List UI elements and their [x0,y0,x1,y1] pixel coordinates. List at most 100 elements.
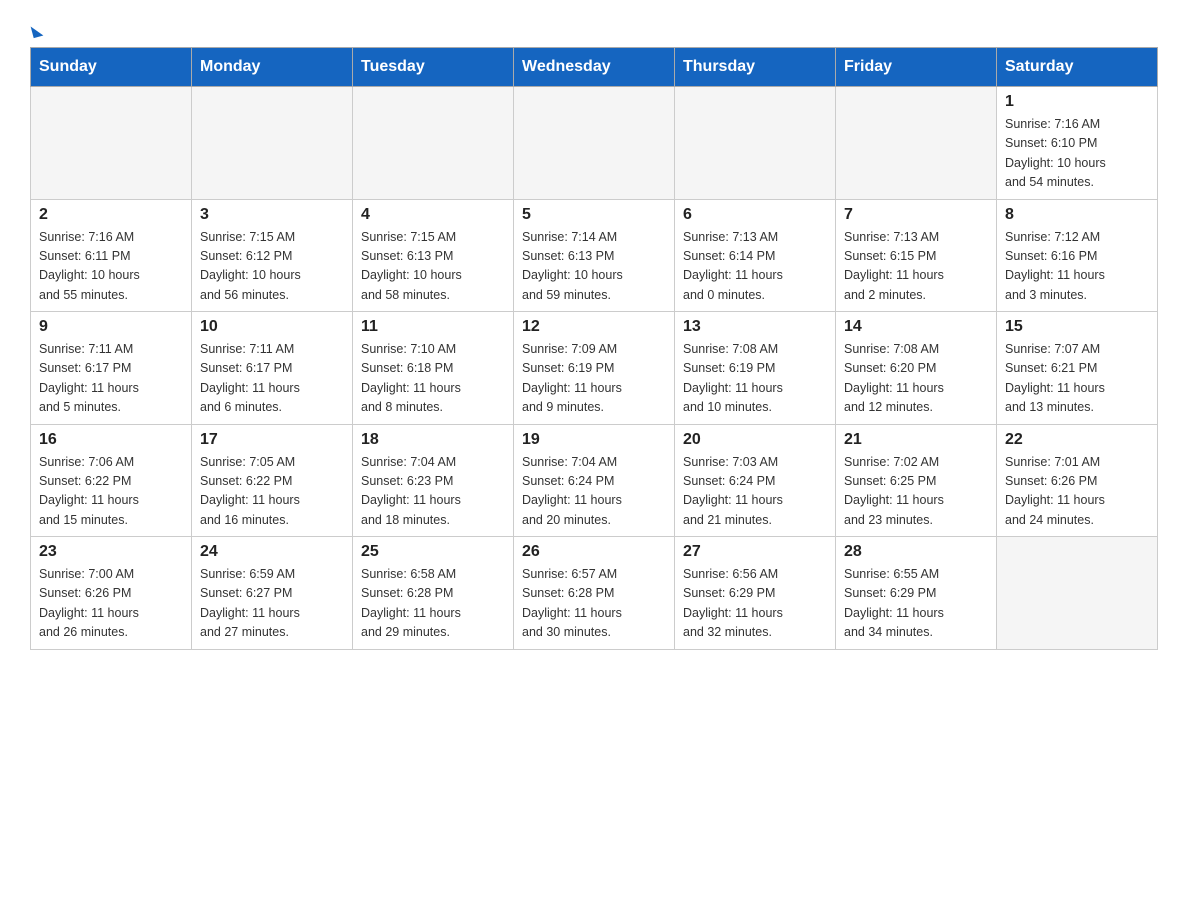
day-sun-info: Sunrise: 7:13 AMSunset: 6:14 PMDaylight:… [683,228,827,306]
calendar-day-cell: 28 Sunrise: 6:55 AMSunset: 6:29 PMDayligh… [836,537,997,650]
day-sun-info: Sunrise: 7:04 AMSunset: 6:24 PMDaylight:… [522,453,666,531]
day-number: 17 [200,431,344,449]
day-of-week-header: Tuesday [353,48,514,87]
day-sun-info: Sunrise: 7:00 AMSunset: 6:26 PMDaylight:… [39,565,183,643]
day-sun-info: Sunrise: 6:56 AMSunset: 6:29 PMDaylight:… [683,565,827,643]
calendar-day-cell: 11Sunrise: 7:10 AMSunset: 6:18 PMDayligh… [353,312,514,425]
day-sun-info: Sunrise: 7:16 AMSunset: 6:10 PMDaylight:… [1005,115,1149,193]
day-number: 21 [844,431,988,449]
day-of-week-header: Sunday [31,48,192,87]
calendar-day-cell: 21Sunrise: 7:02 AMSunset: 6:25 PMDayligh… [836,424,997,537]
calendar-day-cell: 24Sunrise: 6:59 AMSunset: 6:27 PMDayligh… [192,537,353,650]
calendar-day-cell [31,87,192,200]
day-number: 16 [39,431,183,449]
day-sun-info: Sunrise: 6:58 AMSunset: 6:28 PMDaylight:… [361,565,505,643]
day-sun-info: Sunrise: 7:03 AMSunset: 6:24 PMDaylight:… [683,453,827,531]
calendar-day-cell: 18 Sunrise: 7:04 AMSunset: 6:23 PMDayligh… [353,424,514,537]
calendar-header-row: SundayMondayTuesdayWednesdayThursdayFrid… [31,48,1158,87]
day-number: 23 [39,543,183,561]
calendar-day-cell: 6 Sunrise: 7:13 AMSunset: 6:14 PMDaylight… [675,199,836,312]
day-sun-info: Sunrise: 7:15 AMSunset: 6:13 PMDaylight:… [361,228,505,306]
calendar-day-cell: 2 Sunrise: 7:16 AMSunset: 6:11 PMDaylight… [31,199,192,312]
calendar-day-cell: 17 Sunrise: 7:05 AMSunset: 6:22 PMDayligh… [192,424,353,537]
calendar-day-cell: 13 Sunrise: 7:08 AMSunset: 6:19 PMDayligh… [675,312,836,425]
calendar-day-cell [353,87,514,200]
day-of-week-header: Thursday [675,48,836,87]
calendar-day-cell: 14 Sunrise: 7:08 AMSunset: 6:20 PMDayligh… [836,312,997,425]
day-sun-info: Sunrise: 7:01 AMSunset: 6:26 PMDaylight:… [1005,453,1149,531]
day-sun-info: Sunrise: 6:55 AMSunset: 6:29 PMDaylight:… [844,565,988,643]
calendar-day-cell: 5 Sunrise: 7:14 AMSunset: 6:13 PMDaylight… [514,199,675,312]
day-number: 9 [39,318,183,336]
day-of-week-header: Friday [836,48,997,87]
calendar-day-cell: 15 Sunrise: 7:07 AMSunset: 6:21 PMDayligh… [997,312,1158,425]
calendar-day-cell [514,87,675,200]
day-number: 28 [844,543,988,561]
day-sun-info: Sunrise: 7:13 AMSunset: 6:15 PMDaylight:… [844,228,988,306]
day-sun-info: Sunrise: 7:07 AMSunset: 6:21 PMDaylight:… [1005,340,1149,418]
calendar-day-cell: 16 Sunrise: 7:06 AMSunset: 6:22 PMDayligh… [31,424,192,537]
calendar-week-row: 2 Sunrise: 7:16 AMSunset: 6:11 PMDaylight… [31,199,1158,312]
calendar-week-row: 23 Sunrise: 7:00 AMSunset: 6:26 PMDayligh… [31,537,1158,650]
calendar-week-row: 9 Sunrise: 7:11 AMSunset: 6:17 PMDaylight… [31,312,1158,425]
calendar-day-cell: 27 Sunrise: 6:56 AMSunset: 6:29 PMDayligh… [675,537,836,650]
day-number: 14 [844,318,988,336]
calendar-day-cell: 12 Sunrise: 7:09 AMSunset: 6:19 PMDayligh… [514,312,675,425]
calendar-day-cell: 22 Sunrise: 7:01 AMSunset: 6:26 PMDayligh… [997,424,1158,537]
day-number: 11 [361,318,505,336]
day-of-week-header: Monday [192,48,353,87]
day-number: 8 [1005,206,1149,224]
day-sun-info: Sunrise: 7:08 AMSunset: 6:19 PMDaylight:… [683,340,827,418]
day-sun-info: Sunrise: 7:11 AMSunset: 6:17 PMDaylight:… [200,340,344,418]
day-number: 27 [683,543,827,561]
day-sun-info: Sunrise: 7:08 AMSunset: 6:20 PMDaylight:… [844,340,988,418]
day-number: 3 [200,206,344,224]
day-number: 7 [844,206,988,224]
day-sun-info: Sunrise: 7:09 AMSunset: 6:19 PMDaylight:… [522,340,666,418]
logo-arrow-icon [31,24,44,38]
day-number: 15 [1005,318,1149,336]
calendar-day-cell: 4 Sunrise: 7:15 AMSunset: 6:13 PMDaylight… [353,199,514,312]
calendar-day-cell: 26 Sunrise: 6:57 AMSunset: 6:28 PMDayligh… [514,537,675,650]
calendar-day-cell [675,87,836,200]
day-number: 13 [683,318,827,336]
logo [30,20,42,37]
calendar-day-cell: 23 Sunrise: 7:00 AMSunset: 6:26 PMDayligh… [31,537,192,650]
day-number: 2 [39,206,183,224]
day-sun-info: Sunrise: 6:59 AMSunset: 6:27 PMDaylight:… [200,565,344,643]
page-header [30,20,1158,37]
calendar-day-cell: 20Sunrise: 7:03 AMSunset: 6:24 PMDayligh… [675,424,836,537]
calendar-week-row: 16 Sunrise: 7:06 AMSunset: 6:22 PMDayligh… [31,424,1158,537]
day-number: 18 [361,431,505,449]
day-of-week-header: Saturday [997,48,1158,87]
calendar-day-cell: 1 Sunrise: 7:16 AMSunset: 6:10 PMDaylight… [997,87,1158,200]
calendar-day-cell: 9 Sunrise: 7:11 AMSunset: 6:17 PMDaylight… [31,312,192,425]
day-sun-info: Sunrise: 7:05 AMSunset: 6:22 PMDaylight:… [200,453,344,531]
day-number: 1 [1005,93,1149,111]
calendar-day-cell [836,87,997,200]
calendar-day-cell: 3Sunrise: 7:15 AMSunset: 6:12 PMDaylight… [192,199,353,312]
day-number: 19 [522,431,666,449]
day-number: 26 [522,543,666,561]
day-number: 6 [683,206,827,224]
calendar-day-cell: 19 Sunrise: 7:04 AMSunset: 6:24 PMDayligh… [514,424,675,537]
day-sun-info: Sunrise: 7:16 AMSunset: 6:11 PMDaylight:… [39,228,183,306]
calendar-day-cell: 8 Sunrise: 7:12 AMSunset: 6:16 PMDaylight… [997,199,1158,312]
day-of-week-header: Wednesday [514,48,675,87]
calendar-day-cell: 7 Sunrise: 7:13 AMSunset: 6:15 PMDaylight… [836,199,997,312]
day-sun-info: Sunrise: 7:06 AMSunset: 6:22 PMDaylight:… [39,453,183,531]
day-number: 4 [361,206,505,224]
day-number: 5 [522,206,666,224]
day-number: 12 [522,318,666,336]
calendar-day-cell: 10 Sunrise: 7:11 AMSunset: 6:17 PMDayligh… [192,312,353,425]
day-sun-info: Sunrise: 7:11 AMSunset: 6:17 PMDaylight:… [39,340,183,418]
day-sun-info: Sunrise: 7:04 AMSunset: 6:23 PMDaylight:… [361,453,505,531]
calendar-day-cell [997,537,1158,650]
day-sun-info: Sunrise: 6:57 AMSunset: 6:28 PMDaylight:… [522,565,666,643]
day-sun-info: Sunrise: 7:12 AMSunset: 6:16 PMDaylight:… [1005,228,1149,306]
calendar-table: SundayMondayTuesdayWednesdayThursdayFrid… [30,47,1158,650]
day-sun-info: Sunrise: 7:14 AMSunset: 6:13 PMDaylight:… [522,228,666,306]
day-number: 10 [200,318,344,336]
day-number: 22 [1005,431,1149,449]
calendar-day-cell [192,87,353,200]
